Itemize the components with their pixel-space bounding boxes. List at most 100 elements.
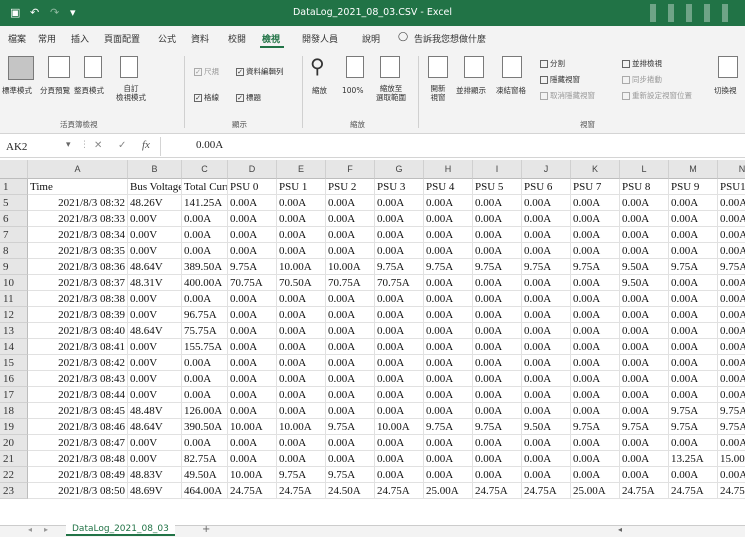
table-cell[interactable]: 0.00A	[277, 387, 326, 403]
table-cell[interactable]: 0.00A	[228, 211, 277, 227]
table-cell[interactable]: 0.00V	[128, 355, 182, 371]
header-cell[interactable]: PSU 2	[326, 179, 375, 195]
table-cell[interactable]: 10.00A	[228, 419, 277, 435]
column-header-e[interactable]: E	[277, 160, 326, 179]
table-cell[interactable]: 2021/8/3 08:48	[28, 451, 128, 467]
table-cell[interactable]: 0.00A	[326, 291, 375, 307]
table-cell[interactable]: 9.75A	[375, 259, 424, 275]
table-cell[interactable]: 24.75A	[473, 483, 522, 499]
page-layout-icon[interactable]	[84, 56, 102, 78]
table-cell[interactable]: 0.00A	[473, 307, 522, 323]
row-header[interactable]: 17	[0, 387, 28, 403]
table-cell[interactable]: 0.00A	[375, 243, 424, 259]
table-cell[interactable]: 0.00A	[571, 403, 620, 419]
table-cell[interactable]: 0.00A	[277, 323, 326, 339]
table-cell[interactable]: 0.00A	[424, 323, 473, 339]
column-header-d[interactable]: D	[228, 160, 277, 179]
table-cell[interactable]: 390.50A	[182, 419, 228, 435]
column-header-i[interactable]: I	[473, 160, 522, 179]
table-cell[interactable]: 9.75A	[718, 419, 745, 435]
table-cell[interactable]: 0.00A	[277, 339, 326, 355]
switch-windows-icon[interactable]	[718, 56, 738, 78]
table-cell[interactable]: 25.00A	[424, 483, 473, 499]
table-cell[interactable]: 0.00A	[424, 387, 473, 403]
header-cell[interactable]: PSU 5	[473, 179, 522, 195]
table-cell[interactable]: 0.00A	[228, 355, 277, 371]
row-header[interactable]: 9	[0, 259, 28, 275]
table-cell[interactable]: 0.00A	[571, 243, 620, 259]
table-cell[interactable]: 0.00A	[228, 243, 277, 259]
select-all-corner[interactable]	[0, 160, 28, 179]
table-cell[interactable]: 0.00A	[620, 467, 669, 483]
formula-bar-checkbox[interactable]: ✓ 資料編輯列	[236, 66, 284, 77]
table-cell[interactable]: 75.75A	[182, 323, 228, 339]
table-cell[interactable]: 0.00A	[375, 403, 424, 419]
table-cell[interactable]: 0.00A	[669, 227, 718, 243]
page-layout-button[interactable]: 整頁模式	[74, 86, 104, 95]
table-cell[interactable]: 0.00A	[571, 227, 620, 243]
table-cell[interactable]: 0.00A	[522, 227, 571, 243]
table-cell[interactable]: 0.00A	[669, 467, 718, 483]
table-cell[interactable]: 9.50A	[620, 275, 669, 291]
table-cell[interactable]: 0.00A	[669, 435, 718, 451]
table-cell[interactable]: 2021/8/3 08:43	[28, 371, 128, 387]
table-cell[interactable]: 24.75A	[228, 483, 277, 499]
table-cell[interactable]: 9.75A	[669, 403, 718, 419]
insert-function-button[interactable]: fx	[142, 139, 150, 151]
table-cell[interactable]: 0.00A	[522, 387, 571, 403]
table-cell[interactable]: 0.00A	[182, 355, 228, 371]
zoom-to-selection-button[interactable]: 縮放至 選取範圍	[372, 84, 410, 102]
table-cell[interactable]: 0.00A	[718, 291, 745, 307]
table-cell[interactable]: 70.75A	[228, 275, 277, 291]
table-cell[interactable]: 0.00A	[277, 243, 326, 259]
table-cell[interactable]: 0.00A	[473, 291, 522, 307]
table-cell[interactable]: 0.00A	[718, 371, 745, 387]
sheet-nav-prev-icon[interactable]: ◂	[28, 525, 32, 534]
table-cell[interactable]: 0.00V	[128, 339, 182, 355]
table-cell[interactable]: 0.00A	[620, 323, 669, 339]
table-cell[interactable]: 0.00A	[375, 339, 424, 355]
table-cell[interactable]: 82.75A	[182, 451, 228, 467]
table-cell[interactable]: 0.00A	[669, 195, 718, 211]
table-cell[interactable]: 0.00A	[473, 451, 522, 467]
row-header[interactable]: 20	[0, 435, 28, 451]
table-cell[interactable]: 13.25A	[669, 451, 718, 467]
table-cell[interactable]: 0.00A	[424, 467, 473, 483]
header-cell[interactable]: PSU 1	[277, 179, 326, 195]
table-cell[interactable]: 10.00A	[375, 419, 424, 435]
table-cell[interactable]: 0.00A	[424, 371, 473, 387]
table-cell[interactable]: 0.00A	[620, 291, 669, 307]
unhide-window-button[interactable]: 取消隱藏視窗	[540, 90, 595, 101]
table-cell[interactable]: 9.50A	[620, 259, 669, 275]
table-cell[interactable]: 9.75A	[522, 259, 571, 275]
table-cell[interactable]: 0.00A	[620, 451, 669, 467]
table-cell[interactable]: 0.00A	[571, 451, 620, 467]
header-cell[interactable]: Total Current	[182, 179, 228, 195]
row-header[interactable]: 13	[0, 323, 28, 339]
table-cell[interactable]: 0.00A	[669, 387, 718, 403]
table-cell[interactable]: 0.00A	[277, 371, 326, 387]
table-cell[interactable]: 24.75A	[718, 483, 745, 499]
tab-developer[interactable]: 開發人員	[302, 32, 338, 45]
table-cell[interactable]: 0.00A	[326, 403, 375, 419]
table-cell[interactable]: 0.00A	[182, 387, 228, 403]
headings-checkbox[interactable]: ✓ 標題	[236, 92, 261, 103]
table-cell[interactable]: 0.00A	[375, 291, 424, 307]
table-cell[interactable]: 9.75A	[718, 259, 745, 275]
table-cell[interactable]: 48.64V	[128, 323, 182, 339]
table-cell[interactable]: 126.00A	[182, 403, 228, 419]
row-header[interactable]: 8	[0, 243, 28, 259]
table-cell[interactable]: 2021/8/3 08:38	[28, 291, 128, 307]
table-cell[interactable]: 0.00A	[473, 323, 522, 339]
table-cell[interactable]: 10.00A	[228, 467, 277, 483]
table-cell[interactable]: 141.25A	[182, 195, 228, 211]
table-cell[interactable]: 0.00A	[424, 227, 473, 243]
table-cell[interactable]: 0.00V	[128, 387, 182, 403]
table-cell[interactable]: 9.75A	[669, 419, 718, 435]
table-cell[interactable]: 0.00A	[326, 371, 375, 387]
table-cell[interactable]: 0.00A	[473, 339, 522, 355]
table-cell[interactable]: 0.00A	[375, 467, 424, 483]
table-cell[interactable]: 0.00A	[620, 307, 669, 323]
table-cell[interactable]: 0.00A	[669, 275, 718, 291]
table-cell[interactable]: 0.00A	[424, 211, 473, 227]
